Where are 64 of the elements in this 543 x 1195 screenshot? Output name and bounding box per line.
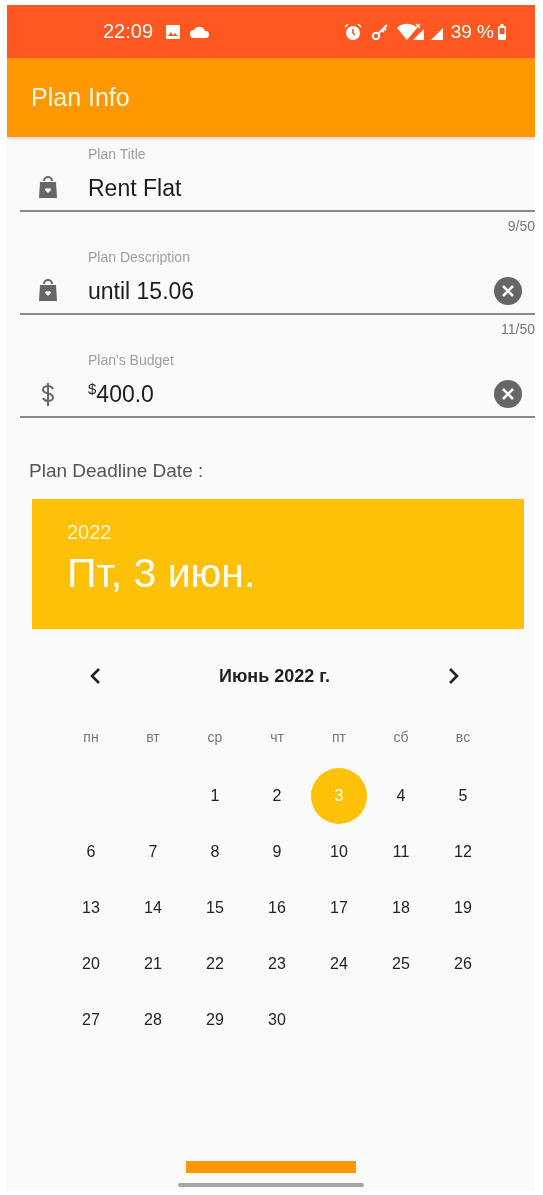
calendar-day[interactable]: 14 xyxy=(125,880,181,936)
calendar-day[interactable]: 9 xyxy=(249,824,305,880)
weekday-label: ср xyxy=(207,729,223,745)
weekday-label: чт xyxy=(270,729,284,745)
field-label: Plan Title xyxy=(88,146,147,164)
calendar-day[interactable]: 22 xyxy=(187,936,243,992)
calendar-day[interactable]: 18 xyxy=(373,880,429,936)
calendar-day[interactable]: 23 xyxy=(249,936,305,992)
shopping-bag-icon xyxy=(36,278,59,304)
field-value: until 15.06 xyxy=(88,277,196,305)
status-time: 22:09 xyxy=(103,20,154,43)
calendar-day[interactable]: 5 xyxy=(435,768,491,824)
field-value: $^{$}$400.0 xyxy=(88,380,155,408)
calendar-day[interactable]: 11 xyxy=(373,824,429,880)
weekday-label: вс xyxy=(455,729,471,745)
calendar-day[interactable]: 16 xyxy=(249,880,305,936)
month-title: Июнь 2022 г. xyxy=(219,665,330,687)
clear-icon[interactable] xyxy=(494,380,522,408)
calendar-day[interactable]: 20 xyxy=(63,936,119,992)
key-icon xyxy=(370,22,389,41)
weekday-label: пт xyxy=(332,729,346,745)
calendar-day[interactable]: 1 xyxy=(187,768,243,824)
calendar-day[interactable]: 12 xyxy=(435,824,491,880)
calendar-day[interactable]: 28 xyxy=(125,992,181,1048)
calendar-day[interactable]: 24 xyxy=(311,936,367,992)
wifi-icon xyxy=(395,22,426,41)
text-field[interactable]: until 15.06 xyxy=(20,269,535,315)
battery-percent: 39 % xyxy=(450,20,494,43)
clear-icon[interactable] xyxy=(494,277,522,305)
chevron-left-icon[interactable] xyxy=(89,667,101,685)
field-label: Plan Description xyxy=(88,249,191,267)
calendar-day[interactable]: 10 xyxy=(311,824,367,880)
weekday-label: сб xyxy=(393,729,409,745)
calendar-day[interactable]: 27 xyxy=(63,992,119,1048)
calendar-day[interactable]: 19 xyxy=(435,880,491,936)
cloud-icon xyxy=(190,24,211,39)
alarm-clock-icon xyxy=(343,22,362,41)
calendar-day[interactable]: 7 xyxy=(125,824,181,880)
calendar-day[interactable]: 30 xyxy=(249,992,305,1048)
chevron-right-icon[interactable] xyxy=(448,667,460,685)
calendar-day[interactable]: 17 xyxy=(311,880,367,936)
calendar-day[interactable]: 4 xyxy=(373,768,429,824)
text-field[interactable]: $^{$}$400.0 xyxy=(20,372,535,418)
weekday-label: вт xyxy=(146,729,160,745)
calendar-day[interactable]: 25 xyxy=(373,936,429,992)
battery-icon xyxy=(497,22,507,41)
app-bar-title: Plan Info xyxy=(31,83,130,112)
image-icon xyxy=(165,23,182,40)
shopping-bag-icon xyxy=(36,175,59,201)
weekday-label: пн xyxy=(83,729,99,745)
calendar-day[interactable]: 2 xyxy=(249,768,305,824)
field-value: Rent Flat xyxy=(88,174,183,202)
text-field[interactable]: Rent Flat xyxy=(20,166,535,212)
calendar-day[interactable]: 21 xyxy=(125,936,181,992)
calendar-day[interactable]: 26 xyxy=(435,936,491,992)
calendar-day[interactable]: 29 xyxy=(187,992,243,1048)
deadline-label: Plan Deadline Date : xyxy=(29,460,205,482)
character-counter: 11/50 xyxy=(501,321,535,337)
calendar-day[interactable]: 6 xyxy=(63,824,119,880)
field-label: Plan's Budget xyxy=(88,352,175,370)
calendar-day[interactable]: 13 xyxy=(63,880,119,936)
calendar-day[interactable]: 8 xyxy=(187,824,243,880)
character-counter: 9/50 xyxy=(507,218,535,234)
calendar-day[interactable]: 15 xyxy=(187,880,243,936)
